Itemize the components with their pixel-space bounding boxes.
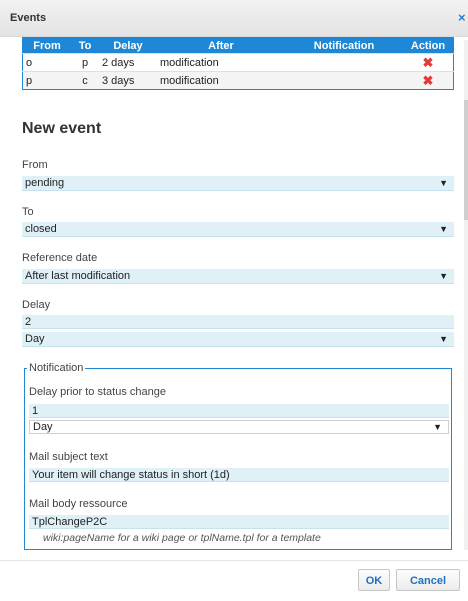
mail-body-label: Mail body ressource bbox=[29, 498, 128, 510]
table-row: o p 2 days modification ✖ bbox=[22, 53, 454, 72]
from-select-value: pending bbox=[25, 177, 65, 189]
dialog-content: From To Delay After Notification Action … bbox=[0, 36, 468, 555]
mail-body-hint: wiki:pageName for a wiki page or tplName… bbox=[43, 532, 321, 544]
cell-delay: 3 days bbox=[99, 71, 157, 90]
cell-notification bbox=[285, 71, 403, 90]
to-select[interactable]: closed ▼ bbox=[22, 222, 454, 237]
delay-unit-select[interactable]: Day ▼ bbox=[22, 332, 454, 347]
ok-button[interactable]: OK bbox=[358, 569, 390, 591]
chevron-down-icon: ▼ bbox=[433, 422, 442, 432]
dialog-title: Events bbox=[10, 12, 47, 24]
dialog-titlebar: Events × bbox=[0, 0, 468, 37]
events-table-header: From To Delay After Notification Action bbox=[22, 37, 454, 54]
cell-from: o bbox=[22, 53, 71, 72]
mail-subject-label: Mail subject text bbox=[29, 451, 108, 463]
notification-fieldset: Notification Delay prior to status chang… bbox=[24, 362, 452, 550]
column-header: From bbox=[22, 37, 71, 54]
chevron-down-icon: ▼ bbox=[439, 224, 448, 234]
cell-after: modification bbox=[157, 53, 285, 72]
delete-icon[interactable]: ✖ bbox=[403, 53, 454, 72]
cell-notification bbox=[285, 53, 403, 72]
cell-after: modification bbox=[157, 71, 285, 90]
column-header: After bbox=[157, 37, 285, 54]
delay-unit-value: Day bbox=[25, 333, 45, 345]
chevron-down-icon: ▼ bbox=[439, 178, 448, 188]
delay-prior-amount-input[interactable]: 1 bbox=[29, 404, 449, 418]
chevron-down-icon: ▼ bbox=[439, 334, 448, 344]
delay-prior-unit-select[interactable]: Day ▼ bbox=[29, 420, 449, 434]
events-table: From To Delay After Notification Action … bbox=[22, 37, 454, 90]
dialog-footer: OK Cancel bbox=[0, 560, 468, 601]
column-header: Action bbox=[403, 37, 454, 54]
delay-amount-input[interactable]: 2 bbox=[22, 315, 454, 329]
cell-from: p bbox=[22, 71, 71, 90]
column-header: To bbox=[71, 37, 99, 54]
close-icon[interactable]: × bbox=[458, 10, 466, 25]
cancel-button[interactable]: Cancel bbox=[396, 569, 460, 591]
table-row: p c 3 days modification ✖ bbox=[22, 71, 454, 90]
reference-date-label: Reference date bbox=[22, 252, 98, 264]
to-label: To bbox=[22, 206, 34, 218]
delete-icon[interactable]: ✖ bbox=[403, 71, 454, 90]
cell-delay: 2 days bbox=[99, 53, 157, 72]
mail-body-input[interactable]: TplChangeP2C bbox=[29, 515, 449, 529]
reference-date-select[interactable]: After last modification ▼ bbox=[22, 269, 454, 284]
delay-label: Delay bbox=[22, 299, 51, 311]
cell-to: p bbox=[71, 53, 99, 72]
to-select-value: closed bbox=[25, 223, 57, 235]
notification-legend: Notification bbox=[29, 362, 84, 374]
delay-prior-unit-value: Day bbox=[33, 421, 53, 433]
mail-subject-input[interactable]: Your item will change status in short (1… bbox=[29, 468, 449, 482]
reference-date-value: After last modification bbox=[25, 270, 131, 282]
chevron-down-icon: ▼ bbox=[439, 271, 448, 281]
from-select[interactable]: pending ▼ bbox=[22, 176, 454, 191]
column-header: Delay bbox=[99, 37, 157, 54]
from-label: From bbox=[22, 159, 48, 171]
column-header: Notification bbox=[285, 37, 403, 54]
section-heading: New event bbox=[22, 120, 102, 137]
cell-to: c bbox=[71, 71, 99, 90]
delay-prior-label: Delay prior to status change bbox=[29, 386, 166, 398]
